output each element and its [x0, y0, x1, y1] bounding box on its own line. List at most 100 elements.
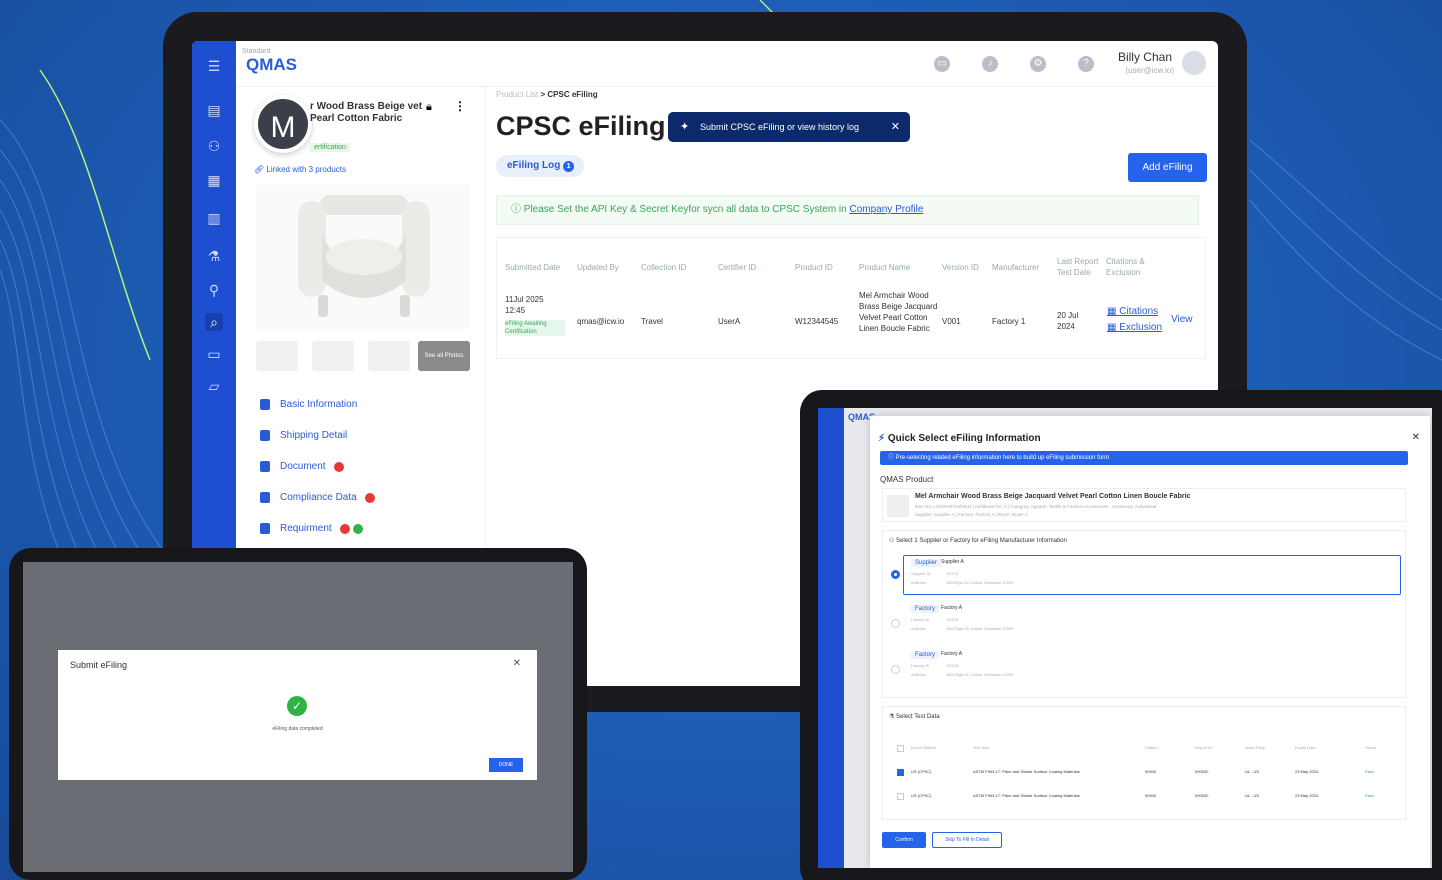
close-icon[interactable]: ✕ [1412, 432, 1420, 443]
option-addr-label: Address [911, 626, 926, 631]
company-profile-link[interactable]: Company Profile [850, 204, 924, 215]
truck-icon [260, 430, 270, 441]
col-header: Report ID [1195, 745, 1213, 750]
option-card-selected[interactable] [903, 555, 1401, 595]
col-header: Last Report Test Date [1057, 257, 1099, 277]
linked-products-link[interactable]: 🔗︎ Linked with 3 products [254, 165, 346, 174]
radio[interactable] [891, 665, 900, 674]
menu-compliance-data[interactable]: Compliance Data [260, 492, 375, 503]
logo: Standard QMAS [242, 48, 297, 75]
report-icon[interactable]: ▦ [205, 171, 223, 189]
tab-efiling-log[interactable]: eFiling Log 1 [496, 155, 584, 177]
done-button[interactable]: DONE [489, 758, 523, 772]
select-all-checkbox[interactable] [897, 745, 904, 752]
api-key-notice: ⓘ Please Set the API Key & Secret Keyfor… [496, 195, 1199, 225]
menu-shipping-detail[interactable]: Shipping Detail [260, 430, 347, 441]
logo-text: QMAS [246, 55, 297, 74]
row-checkbox[interactable] [897, 793, 904, 800]
skip-button[interactable]: Skip To Fill In Detail [932, 832, 1002, 848]
dashboard-icon[interactable]: ▤ [205, 101, 223, 119]
col-header: Citations & Exclusion [1106, 257, 1145, 277]
option-id: 00123 [947, 617, 959, 622]
breadcrumb-parent[interactable]: Product List [496, 90, 538, 99]
info-text: Pre-selecting related eFiling informatio… [895, 455, 1110, 461]
view-link[interactable]: View [1171, 314, 1193, 325]
col-header: Result [1365, 745, 1377, 750]
option-chip: Factory [911, 651, 940, 659]
col-header: Submitted Date [505, 263, 561, 272]
info-banner: ⓘ Pre-selecting related eFiling informat… [880, 451, 1408, 465]
document-icon [260, 461, 270, 472]
help-icon[interactable]: ? [1078, 56, 1094, 72]
search-user-icon[interactable]: ⚲ [205, 281, 223, 299]
users-icon[interactable]: ⚇ [205, 137, 223, 155]
confirm-button[interactable]: Confirm [882, 832, 926, 848]
thumbnail[interactable] [256, 341, 298, 371]
cell-version: V001 [942, 317, 961, 326]
col-header: Version ID [942, 263, 979, 272]
option-name: Supplier A [941, 559, 964, 565]
breadcrumb-separator: > [540, 90, 546, 99]
flask-icon[interactable]: ⚗ [205, 247, 223, 265]
thumbnail[interactable] [312, 341, 354, 371]
row-checkbox-checked[interactable] [897, 769, 904, 776]
more-icon[interactable]: ⋮ [454, 99, 466, 113]
chat-icon[interactable]: ▭ [934, 56, 950, 72]
bell-icon[interactable]: ♪ [982, 56, 998, 72]
citations-link[interactable]: ▦ Citations [1107, 306, 1158, 317]
cell-citation: 00000 [1145, 793, 1157, 798]
cell-expiry: 23 May 2024 [1295, 793, 1319, 798]
radio-selected[interactable] [891, 570, 900, 579]
efiling-table: Submitted Date Updated By Collection ID … [496, 237, 1206, 359]
check-icon: ✓ [287, 696, 307, 716]
cell-issue-party: UL - US [1245, 793, 1260, 798]
option-chip: Factory [911, 605, 940, 613]
menu-document[interactable]: Document [260, 461, 344, 472]
avatar: M [254, 95, 312, 153]
gear-icon[interactable]: ⚙ [1030, 56, 1046, 72]
col-header: Certifier ID [718, 263, 757, 272]
tooltip: ✦ Submit CPSC eFiling or view history lo… [668, 112, 910, 142]
calendar-icon[interactable]: ▭ [205, 345, 223, 363]
option-addr: 689 Elgin St. Celina, Delaware 10299 [947, 672, 1014, 677]
user-avatar[interactable] [1182, 51, 1206, 75]
section-title: ⚇ Select 1 Supplier or Factory for eFili… [889, 538, 1067, 544]
folder-icon[interactable]: ▱ [205, 377, 223, 395]
modal-title: ⚡︎ Quick Select eFiling Information [878, 433, 1041, 444]
search-icon[interactable]: ⌕ [205, 313, 223, 331]
option-id: 00123 [947, 571, 959, 576]
cell-collection: Travel [641, 317, 663, 326]
cell-result: Pass [1365, 769, 1374, 774]
section-title: QMAS Product [880, 475, 934, 484]
cell-test-item: ASTM F963-17: Paint and Similar Surface … [973, 769, 1080, 774]
option-id-label: Factory ID [911, 617, 930, 622]
menu-basic-information[interactable]: Basic Information [260, 399, 357, 410]
option-id-label: Factory ID [911, 663, 930, 668]
menu-label: Compliance Data [280, 492, 357, 504]
option-id-label: Supplier ID [911, 571, 931, 576]
database-icon [260, 492, 270, 503]
breadcrumb-current: CPSC eFiling [547, 90, 598, 99]
menu-requirment[interactable]: Requirment [260, 523, 363, 534]
thumbnail[interactable] [368, 341, 410, 371]
see-all-photos[interactable]: See all Photos [418, 341, 470, 371]
col-header: Citation [1145, 745, 1159, 750]
exclusion-link[interactable]: ▦ Exclusion [1107, 322, 1162, 333]
col-header: Updated By [577, 263, 619, 272]
close-icon[interactable]: ✕ [513, 658, 521, 669]
alert-dot [333, 461, 344, 472]
product-name: r Wood Brass Beige vet Pearl Cotton Fabr… [310, 101, 423, 124]
section-title-text: Select 1 Supplier or Factory for eFiling… [896, 538, 1067, 544]
tablet-right: QMAS ⚡︎ Quick Select eFiling Information… [800, 390, 1442, 880]
product-meta: Item No: LUX001RTHZ0942 | Additional No:… [915, 504, 1157, 509]
page-title: CPSC eFiling [496, 111, 666, 141]
document-icon[interactable]: ▥ [205, 209, 223, 227]
close-icon[interactable]: ✕ [891, 112, 900, 142]
cell-market: US (CPSC) [911, 793, 932, 798]
menu-icon[interactable]: ☰ [205, 57, 223, 75]
tablet-right-screen: QMAS ⚡︎ Quick Select eFiling Information… [818, 408, 1432, 868]
lock-icon[interactable]: 🔒︎ [426, 101, 432, 114]
test-data-section: ⚗ Select Test Data Export Market Test It… [882, 706, 1406, 820]
radio[interactable] [891, 619, 900, 628]
add-efiling-button[interactable]: Add eFiling [1128, 153, 1207, 182]
